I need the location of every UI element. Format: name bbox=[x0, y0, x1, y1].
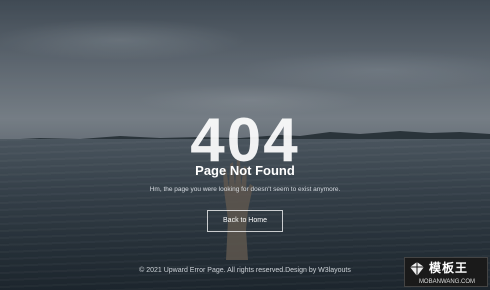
diamond-logo-icon bbox=[410, 262, 424, 276]
error-title: Page Not Found bbox=[195, 163, 295, 178]
error-content: 404 Page Not Found Hm, the page you were… bbox=[0, 0, 490, 290]
watermark-badge[interactable]: 模板王 MOBANWANG.COM bbox=[404, 257, 488, 287]
watermark-url: MOBANWANG.COM bbox=[418, 279, 476, 285]
back-to-home-button[interactable]: Back to Home bbox=[207, 210, 283, 232]
error-message: Hm, the page you were looking for doesn'… bbox=[149, 186, 341, 193]
watermark-title: 模板王 bbox=[429, 261, 469, 275]
